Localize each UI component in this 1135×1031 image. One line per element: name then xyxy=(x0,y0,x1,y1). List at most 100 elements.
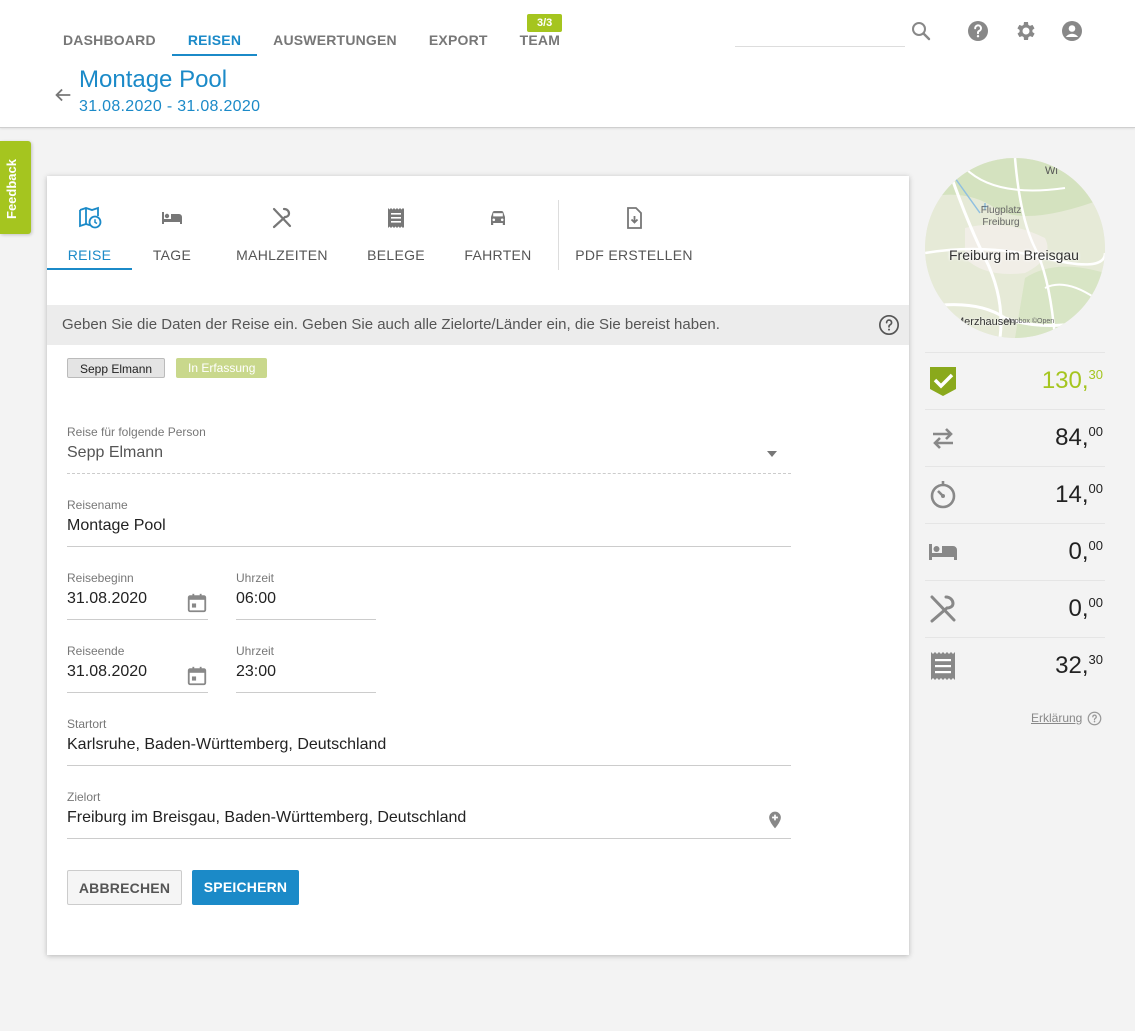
end-time-value: 23:00 xyxy=(236,663,277,680)
map-north-label: Wi xyxy=(1045,165,1058,177)
tab-belege-label: BELEGE xyxy=(367,247,425,263)
destination-map[interactable]: Wi Flugplatz Freiburg Freiburg im Breisg… xyxy=(925,158,1105,338)
tab-belege[interactable]: BELEGE xyxy=(356,176,436,270)
start-time-field[interactable]: Uhrzeit 06:00 xyxy=(236,571,376,620)
map-airport-label: Flugplatz Freiburg xyxy=(980,205,1022,228)
account-icon[interactable] xyxy=(1060,19,1084,43)
status-badge: In Erfassung xyxy=(176,358,268,378)
summary-meals-row: 0,00 xyxy=(925,580,1105,637)
summary-total-cents: 30 xyxy=(1088,367,1103,382)
start-time-label: Uhrzeit xyxy=(236,571,275,585)
transfer-icon xyxy=(933,428,953,449)
end-time-label: Uhrzeit xyxy=(236,644,275,658)
person-select-label: Reise für folgende Person xyxy=(67,425,206,439)
dropdown-arrow-icon xyxy=(767,451,777,457)
map-attribution: Mapbox ©Open xyxy=(1005,318,1055,325)
summary-receipts-row: 32,30 xyxy=(925,637,1105,694)
help-icon[interactable] xyxy=(966,19,990,43)
tab-reise-label: REISE xyxy=(67,247,112,263)
info-text: Geben Sie die Daten der Reise ein. Geben… xyxy=(62,316,720,333)
summary-travel-row: 84,00 xyxy=(925,409,1105,466)
summary-total-amount: 130,30 xyxy=(1042,367,1103,395)
back-arrow-icon[interactable] xyxy=(52,84,74,106)
end-date-field[interactable]: Reiseende 31.08.2020 xyxy=(67,644,208,693)
feedback-label: Feedback xyxy=(4,159,19,219)
receipt-icon xyxy=(931,652,955,680)
feedback-tab[interactable]: Feedback xyxy=(0,141,31,234)
summary-travel-amount: 84,00 xyxy=(1055,424,1103,452)
receipt-icon xyxy=(388,208,404,228)
map-city-label: Freiburg im Breisgau xyxy=(949,247,1079,263)
summary-travel-main: 84, xyxy=(1055,424,1089,451)
settings-icon[interactable] xyxy=(1013,19,1037,43)
main-nav: DASHBOARD REISEN AUSWERTUNGEN EXPORT TEA… xyxy=(47,20,576,56)
destination-value: Freiburg im Breisgau, Baden-Württemberg,… xyxy=(67,809,467,826)
end-time-field[interactable]: Uhrzeit 23:00 xyxy=(236,644,376,693)
cancel-button[interactable]: ABBRECHEN xyxy=(67,870,182,905)
cutlery-icon xyxy=(272,207,292,229)
file-download-icon xyxy=(627,207,642,229)
summary-receipts-cents: 30 xyxy=(1088,652,1103,667)
tab-mahlzeiten[interactable]: MAHLZEITEN xyxy=(232,176,332,270)
info-bar: Geben Sie die Daten der Reise ein. Geben… xyxy=(47,305,909,345)
page-date-range: 31.08.2020 - 31.08.2020 xyxy=(79,98,261,115)
save-button[interactable]: SPEICHERN xyxy=(192,870,299,905)
person-chip: Sepp Elmann xyxy=(67,358,166,378)
destination-field[interactable]: Zielort Freiburg im Breisgau, Baden-Würt… xyxy=(67,790,791,839)
origin-value: Karlsruhe, Baden-Württemberg, Deutschlan… xyxy=(67,736,387,753)
nav-reisen[interactable]: REISEN xyxy=(171,20,258,56)
nav-dashboard[interactable]: DASHBOARD xyxy=(47,20,172,56)
nav-export[interactable]: EXPORT xyxy=(413,20,504,56)
explain-link[interactable]: Erklärung xyxy=(1031,711,1082,725)
search-icon[interactable] xyxy=(909,19,933,43)
trip-name-field[interactable]: Reisename Montage Pool xyxy=(67,498,791,547)
car-icon xyxy=(491,211,505,225)
tab-mahlzeiten-label: MAHLZEITEN xyxy=(236,247,328,263)
calendar-icon[interactable] xyxy=(186,665,208,687)
summary-meals-main: 0, xyxy=(1068,595,1089,622)
help-icon[interactable] xyxy=(878,314,900,336)
tab-tage[interactable]: TAGE xyxy=(132,176,212,270)
cutlery-icon xyxy=(930,595,956,623)
summary-total-main: 130, xyxy=(1041,367,1089,394)
timer-icon xyxy=(930,481,956,509)
origin-label: Startort xyxy=(67,717,107,731)
summary-time-row: 14,00 xyxy=(925,466,1105,523)
start-date-field[interactable]: Reisebeginn 31.08.2020 xyxy=(67,571,208,620)
summary-travel-cents: 00 xyxy=(1088,424,1103,439)
add-location-icon[interactable] xyxy=(765,809,785,831)
person-select-value: Sepp Elmann xyxy=(67,444,164,461)
start-date-value: 31.08.2020 xyxy=(67,590,148,607)
summary-meals-cents: 00 xyxy=(1088,595,1103,610)
tab-reise[interactable]: REISE xyxy=(47,176,132,270)
start-time-value: 06:00 xyxy=(236,590,277,607)
bed-icon xyxy=(929,544,957,560)
summary-lodging-main: 0, xyxy=(1068,538,1089,565)
start-date-label: Reisebeginn xyxy=(67,571,134,585)
summary-time-amount: 14,00 xyxy=(1055,481,1103,509)
end-date-value: 31.08.2020 xyxy=(67,663,148,680)
summary-time-cents: 00 xyxy=(1088,481,1103,496)
search-input[interactable] xyxy=(735,20,905,47)
team-count-badge: 3/3 xyxy=(527,14,563,32)
calendar-icon[interactable] xyxy=(186,592,208,614)
trip-tabs: REISE TAGE MAHLZEITEN BELEGE FAHRTEN PDF… xyxy=(47,176,909,271)
trip-name-value: Montage Pool xyxy=(67,517,166,534)
destination-label: Zielort xyxy=(67,790,101,804)
bed-icon xyxy=(162,212,182,224)
trip-name-label: Reisename xyxy=(67,498,128,512)
tab-fahrten-label: FAHRTEN xyxy=(464,247,532,263)
summary-receipts-main: 32, xyxy=(1055,652,1089,679)
tab-pdf-erstellen[interactable]: PDF ERSTELLEN xyxy=(575,176,693,270)
approved-badge-icon xyxy=(930,367,956,396)
summary-total-row: 130,30 xyxy=(925,352,1105,409)
page-title: Montage Pool xyxy=(79,66,228,93)
help-icon[interactable] xyxy=(1087,711,1102,726)
top-header: DASHBOARD REISEN AUSWERTUNGEN EXPORT TEA… xyxy=(0,0,1135,128)
map-clock-icon xyxy=(78,206,101,229)
tab-tage-label: TAGE xyxy=(152,247,192,263)
tab-fahrten[interactable]: FAHRTEN xyxy=(458,176,538,270)
person-select[interactable]: Reise für folgende Person Sepp Elmann xyxy=(67,425,791,474)
origin-field[interactable]: Startort Karlsruhe, Baden-Württemberg, D… xyxy=(67,717,791,766)
nav-auswertungen[interactable]: AUSWERTUNGEN xyxy=(257,20,413,56)
